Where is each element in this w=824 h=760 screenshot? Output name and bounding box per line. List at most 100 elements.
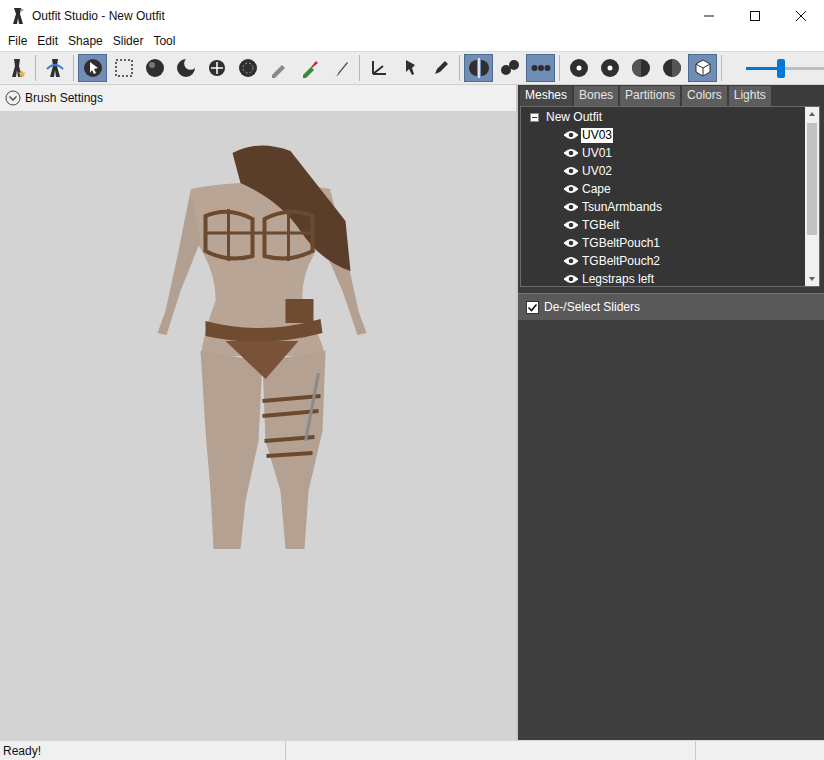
checkbox-icon[interactable] [526, 301, 539, 314]
tab[interactable]: Lights [729, 86, 771, 106]
toolbar-button[interactable] [657, 54, 686, 82]
pivot-icon [399, 57, 421, 79]
window-title: Outfit Studio - New Outfit [32, 9, 686, 23]
toolbar-button[interactable] [2, 54, 31, 82]
move-icon [206, 57, 228, 79]
toolbar-button[interactable] [526, 54, 555, 82]
scroll-up-icon[interactable] [805, 107, 819, 121]
menu-item[interactable]: Tool [148, 34, 180, 48]
eye-icon[interactable] [563, 201, 579, 213]
app-logo-icon [10, 7, 26, 25]
mesh-item[interactable]: TsunArmbands [521, 198, 805, 216]
mesh-item[interactable]: TGBeltPouch2 [521, 252, 805, 270]
menu-item[interactable]: Edit [32, 34, 63, 48]
pane-separator[interactable] [518, 287, 824, 294]
menu-item[interactable]: Slider [108, 34, 149, 48]
toolbar-button[interactable] [202, 54, 231, 82]
tab[interactable]: Bones [574, 86, 618, 106]
dotLeft-icon [630, 57, 652, 79]
scroll-thumb[interactable] [807, 123, 817, 235]
mesh-label: UV03 [581, 128, 613, 143]
toolbar-separator [559, 55, 560, 81]
toolbar-button[interactable] [626, 54, 655, 82]
tab[interactable]: Colors [682, 86, 727, 106]
mesh-item[interactable]: UV03 [521, 126, 805, 144]
slider-thumb[interactable] [777, 59, 785, 78]
mesh-label: UV02 [581, 164, 613, 179]
mesh-item[interactable]: Cape [521, 180, 805, 198]
toolbar-button[interactable] [688, 54, 717, 82]
tree-root[interactable]: New Outfit [521, 108, 805, 126]
eye-icon[interactable] [563, 165, 579, 177]
eye-icon[interactable] [563, 129, 579, 141]
toolbar-button[interactable] [395, 54, 424, 82]
paint-icon [330, 57, 352, 79]
eye-icon[interactable] [563, 219, 579, 231]
deflate-icon [175, 57, 197, 79]
toolbar-button[interactable] [295, 54, 324, 82]
tab[interactable]: Meshes [520, 86, 572, 106]
toolbar-button[interactable] [464, 54, 493, 82]
toolbar-button[interactable] [595, 54, 624, 82]
toolbar-button[interactable] [264, 54, 293, 82]
toolbar-button[interactable] [495, 54, 524, 82]
eye-icon[interactable] [563, 147, 579, 159]
mesh-label: TGBeltPouch1 [581, 236, 661, 251]
smooth-icon [237, 57, 259, 79]
tab-bar: MeshesBonesPartitionsColorsLights [518, 85, 824, 106]
eye-icon[interactable] [563, 255, 579, 267]
sliders-header[interactable]: De-/Select Sliders [518, 294, 824, 320]
toolbar-group [40, 54, 69, 82]
mesh-label: Cape [581, 182, 612, 197]
mesh-label: TsunArmbands [581, 200, 663, 215]
toolbar-button[interactable] [171, 54, 200, 82]
tree-root-label: New Outfit [546, 110, 602, 124]
scroll-down-icon[interactable] [805, 272, 819, 286]
3d-viewport[interactable] [0, 111, 516, 740]
toolbar-button[interactable] [364, 54, 393, 82]
toolbar-button[interactable] [426, 54, 455, 82]
eye-icon[interactable] [563, 273, 579, 285]
mesh-item[interactable]: TGBelt [521, 216, 805, 234]
tree-scrollbar[interactable] [805, 107, 819, 286]
toolbar-separator [459, 55, 460, 81]
maximize-button[interactable] [732, 0, 778, 31]
pencil-icon [430, 57, 452, 79]
sliders-header-label: De-/Select Sliders [544, 300, 640, 314]
status-segment [696, 741, 824, 760]
toolbar-button[interactable] [140, 54, 169, 82]
mesh-item[interactable]: UV02 [521, 162, 805, 180]
model-preview [0, 111, 516, 740]
window-controls [686, 0, 824, 31]
minimize-button[interactable] [686, 0, 732, 31]
close-button[interactable] [778, 0, 824, 31]
toolbar-button[interactable] [326, 54, 355, 82]
menu-item[interactable]: File [3, 34, 32, 48]
brush-settings-header[interactable]: Brush Settings [0, 85, 516, 111]
menu-bar: FileEditShapeSliderTool [0, 31, 824, 51]
sliders-list [518, 320, 824, 740]
mesh-item[interactable]: TGBeltPouch1 [521, 234, 805, 252]
weight-icon [299, 57, 321, 79]
collapse-icon[interactable] [530, 113, 539, 122]
mesh-item[interactable]: Legstraps left [521, 270, 805, 286]
toolbar-button[interactable] [40, 54, 69, 82]
toolbar [0, 51, 824, 85]
main-area: Brush SettingsMeshesBonesPartitionsColor… [0, 85, 824, 740]
toolbar-separator [721, 55, 722, 81]
scroll-track [805, 121, 819, 272]
menu-item[interactable]: Shape [63, 34, 108, 48]
toolbar-button[interactable] [109, 54, 138, 82]
toolbar-button[interactable] [564, 54, 593, 82]
slider-track [746, 67, 824, 70]
toolbar-group [2, 54, 31, 82]
mesh-tree: New OutfitUV03UV01UV02CapeTsunArmbandsTG… [520, 106, 820, 287]
brush-size-slider[interactable] [726, 54, 824, 82]
mesh-item[interactable]: UV01 [521, 144, 805, 162]
dotRight-icon [661, 57, 683, 79]
tab[interactable]: Partitions [620, 86, 680, 106]
eye-icon[interactable] [563, 237, 579, 249]
toolbar-button[interactable] [233, 54, 262, 82]
eye-icon[interactable] [563, 183, 579, 195]
toolbar-button[interactable] [78, 54, 107, 82]
